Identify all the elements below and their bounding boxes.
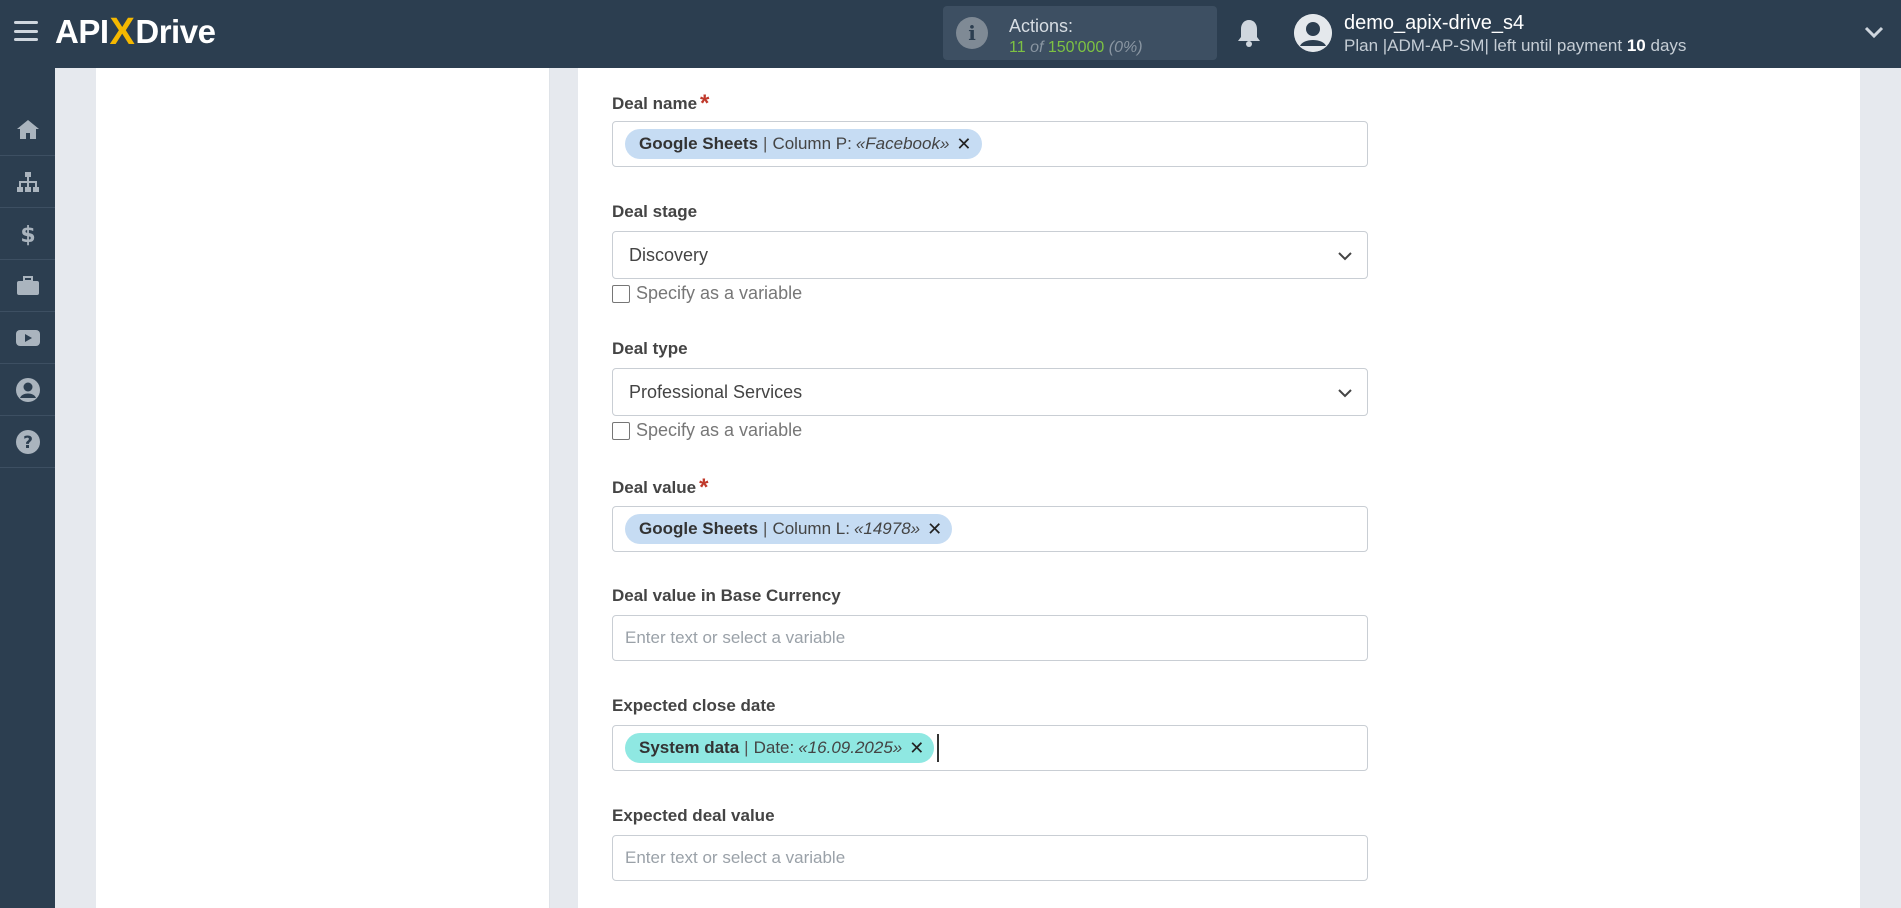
- deal-stage-select[interactable]: Discovery: [612, 231, 1368, 279]
- menu-icon[interactable]: [14, 21, 38, 41]
- deal-type-value: Professional Services: [629, 381, 803, 402]
- chevron-down-icon: [1338, 389, 1352, 398]
- actions-title: Actions:: [1009, 16, 1074, 36]
- required-mark: *: [700, 90, 710, 117]
- sidebar-item-videos[interactable]: [0, 312, 55, 364]
- deal-value-label: Deal value *: [612, 474, 709, 501]
- left-panel: [96, 68, 550, 908]
- deal-type-variable-option[interactable]: Specify as a variable: [612, 420, 802, 441]
- apix-drive-logo[interactable]: API X Drive: [55, 10, 216, 54]
- expected-close-date-field[interactable]: System data | Date: «16.09.2025» ✕: [612, 725, 1368, 771]
- deal-type-label: Deal type: [612, 339, 688, 358]
- svg-text:$: $: [20, 223, 35, 247]
- deal-value-base-input[interactable]: Enter text or select a variable: [612, 615, 1368, 661]
- dollar-icon: $: [20, 223, 35, 247]
- user-circle-icon: [15, 377, 40, 402]
- variable-tag[interactable]: Google Sheets | Column P: «Facebook» ✕: [625, 129, 982, 159]
- expected-deal-value-label: Expected deal value: [612, 806, 775, 825]
- logo-text-left: API: [55, 13, 109, 50]
- logo-text-x: X: [109, 10, 135, 53]
- expected-deal-value-input[interactable]: Enter text or select a variable: [612, 835, 1368, 881]
- sidebar-item-home[interactable]: [0, 104, 55, 156]
- question-circle-icon: ?: [15, 429, 40, 454]
- top-bar: API X Drive i Actions: 11 of 150'000 (0%) …: [0, 0, 1901, 68]
- sidebar-item-tools[interactable]: [0, 260, 55, 312]
- sidebar-item-help[interactable]: ?: [0, 416, 55, 468]
- avatar[interactable]: [1294, 14, 1332, 52]
- placeholder-text: Enter text or select a variable: [625, 628, 846, 647]
- deal-value-field[interactable]: Google Sheets | Column L: «14978» ✕: [612, 506, 1368, 552]
- bell-icon[interactable]: [1236, 18, 1262, 48]
- text-caret: [937, 734, 940, 762]
- remove-tag-icon[interactable]: ✕: [956, 135, 971, 153]
- sidebar-item-billing[interactable]: $: [0, 208, 55, 260]
- expected-close-date-label: Expected close date: [612, 696, 776, 715]
- user-icon: [1294, 14, 1332, 52]
- chevron-down-icon: [1338, 252, 1352, 261]
- plan-info: Plan |ADM-AP-SM| left until payment 10 d…: [1344, 36, 1687, 55]
- sidebar-item-account[interactable]: [0, 364, 55, 416]
- deal-stage-variable-option[interactable]: Specify as a variable: [612, 283, 802, 304]
- deal-stage-value: Discovery: [629, 244, 709, 265]
- sidebar: $ ?: [0, 68, 55, 908]
- deal-name-label: Deal name *: [612, 90, 710, 117]
- info-icon: i: [956, 17, 988, 49]
- variable-tag[interactable]: Google Sheets | Column L: «14978» ✕: [625, 514, 953, 544]
- actions-counter: i Actions: 11 of 150'000 (0%): [943, 6, 1217, 60]
- briefcase-icon: [16, 275, 39, 295]
- chevron-down-icon[interactable]: [1864, 24, 1884, 40]
- specify-variable-checkbox[interactable]: [612, 284, 630, 303]
- variable-tag[interactable]: System data | Date: «16.09.2025» ✕: [625, 733, 935, 763]
- required-mark: *: [699, 474, 709, 501]
- logo-text-right: Drive: [135, 13, 216, 50]
- deal-stage-label: Deal stage: [612, 202, 698, 221]
- deal-name-field[interactable]: Google Sheets | Column P: «Facebook» ✕: [612, 121, 1368, 167]
- youtube-icon: [15, 329, 40, 346]
- deal-value-base-label: Deal value in Base Currency: [612, 586, 841, 605]
- actions-count: 11 of 150'000 (0%): [1009, 39, 1143, 56]
- sitemap-icon: [16, 171, 39, 192]
- svg-text:?: ?: [23, 433, 33, 453]
- deal-type-select[interactable]: Professional Services: [612, 368, 1368, 416]
- specify-variable-checkbox[interactable]: [612, 421, 630, 440]
- home-icon: [16, 119, 39, 139]
- username[interactable]: demo_apix-drive_s4: [1344, 12, 1524, 35]
- placeholder-text: Enter text or select a variable: [625, 848, 846, 867]
- remove-tag-icon[interactable]: ✕: [927, 520, 942, 538]
- main-form-panel: [578, 68, 1860, 908]
- sidebar-item-connections[interactable]: [0, 156, 55, 208]
- remove-tag-icon[interactable]: ✕: [909, 739, 924, 757]
